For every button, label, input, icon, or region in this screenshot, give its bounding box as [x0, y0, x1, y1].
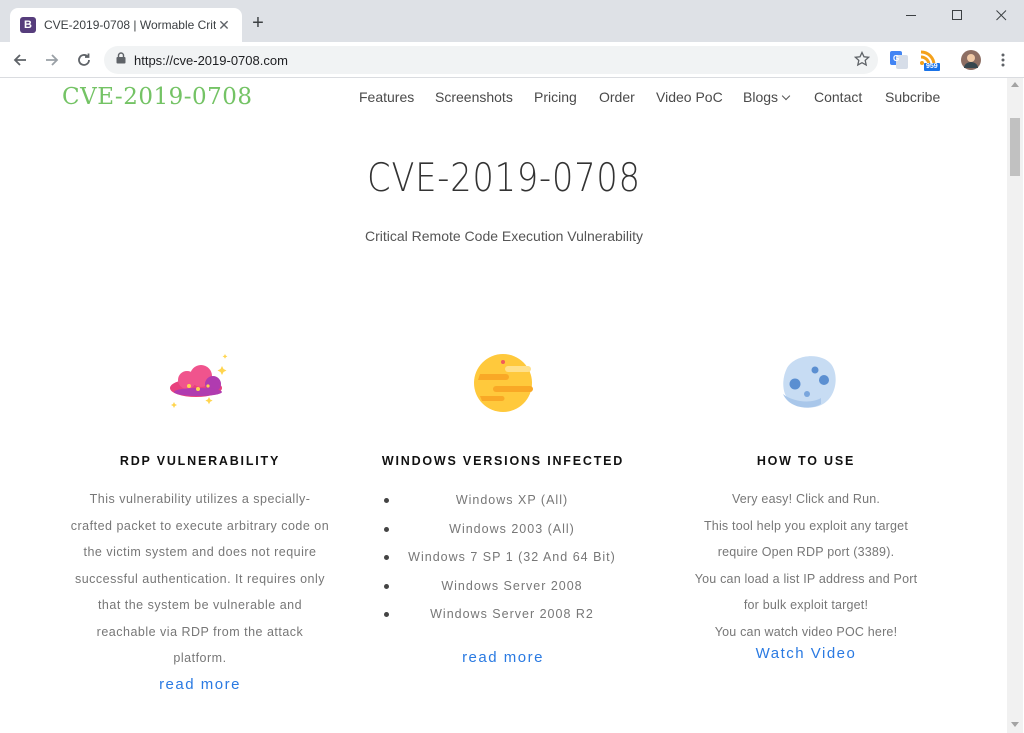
- watch-video-link[interactable]: Watch Video: [756, 645, 857, 662]
- asteroid-icon: [771, 346, 841, 416]
- site-logo[interactable]: CVE-2019-0708: [62, 84, 253, 110]
- nav-pricing[interactable]: Pricing: [534, 89, 577, 105]
- scroll-up-arrow-icon[interactable]: [1011, 82, 1019, 87]
- tab-title: CVE-2019-0708 | Wormable Critical: [44, 18, 216, 32]
- close-window-icon[interactable]: [978, 0, 1024, 30]
- howto-line: for bulk exploit target!: [743, 598, 869, 612]
- lock-icon: [116, 51, 126, 69]
- feature-rdp-text: This vulnerability utilizes a specially-…: [70, 492, 330, 665]
- bookmark-star-icon[interactable]: [853, 50, 871, 72]
- nav-features[interactable]: Features: [359, 89, 414, 105]
- feature-windows-title: WINDOWS VERSIONS INFECTED: [381, 454, 625, 468]
- howto-line: require Open RDP port (3389).: [717, 545, 895, 559]
- list-item: Windows Server 2008: [384, 572, 622, 601]
- new-tab-plus-icon[interactable]: +: [248, 13, 268, 33]
- scrollbar-thumb[interactable]: [1010, 118, 1020, 176]
- howto-line: You can watch video POC here!: [714, 624, 898, 639]
- list-item: Windows 2003 (All): [384, 515, 622, 544]
- bootstrap-favicon-icon: B: [20, 17, 36, 33]
- nav-blogs[interactable]: Blogs: [743, 89, 791, 105]
- feature-windows-versions: WINDOWS VERSIONS INFECTED Windows XP (Al…: [358, 346, 648, 667]
- list-item: Windows XP (All): [384, 486, 622, 515]
- feature-howto-title: HOW TO USE: [756, 454, 856, 468]
- address-bar[interactable]: https://cve-2019-0708.com: [104, 46, 878, 74]
- feature-how-to-use: HOW TO USE Very easy! Click and Run. Thi…: [661, 346, 951, 663]
- feature-rdp-vulnerability: RDP VULNERABILITY This vulnerability uti…: [55, 346, 345, 694]
- minimize-window-icon[interactable]: [888, 0, 934, 30]
- forward-arrow-icon[interactable]: [40, 48, 64, 72]
- feature-howto-text: Very easy! Click and Run. This tool help…: [661, 486, 951, 645]
- howto-line: You can load a list IP address and Port: [694, 571, 918, 586]
- windows-versions-list: Windows XP (All) Windows 2003 (All) Wind…: [358, 486, 648, 629]
- scroll-down-arrow-icon[interactable]: [1011, 722, 1019, 727]
- url-text: https://cve-2019-0708.com: [134, 52, 288, 68]
- google-translate-extension-icon[interactable]: G: [888, 49, 910, 71]
- list-item: Windows Server 2008 R2: [384, 600, 622, 629]
- planet-icon: [468, 346, 538, 416]
- rdp-read-more-link[interactable]: read more: [159, 676, 241, 693]
- browser-menu-dots-icon[interactable]: [992, 49, 1014, 71]
- browser-titlebar: B CVE-2019-0708 | Wormable Critical ✕ +: [0, 0, 1024, 42]
- reload-icon[interactable]: [72, 48, 96, 72]
- nav-screenshots[interactable]: Screenshots: [435, 89, 513, 105]
- hero-subtitle: Critical Remote Code Execution Vulnerabi…: [364, 228, 644, 244]
- svg-text:G: G: [893, 54, 899, 63]
- close-tab-icon[interactable]: ✕: [216, 17, 232, 34]
- page-viewport: CVE-2019-0708 Features Screenshots Prici…: [1, 78, 1007, 732]
- page-scrollbar[interactable]: [1007, 78, 1023, 733]
- nav-blogs-label: Blogs: [743, 89, 779, 105]
- nav-order[interactable]: Order: [599, 89, 635, 105]
- hero-title: CVE-2019-0708: [367, 156, 641, 201]
- chevron-down-icon: [781, 91, 791, 101]
- rss-extension-icon[interactable]: 959: [918, 49, 940, 71]
- nav-video-poc[interactable]: Video PoC: [656, 89, 723, 105]
- maximize-window-icon[interactable]: [934, 0, 980, 30]
- browser-tab[interactable]: B CVE-2019-0708 | Wormable Critical ✕: [10, 8, 242, 42]
- browser-toolbar: https://cve-2019-0708.com G 959: [0, 42, 1024, 78]
- rss-badge-count: 959: [926, 63, 938, 70]
- back-arrow-icon[interactable]: [8, 48, 32, 72]
- list-item: Windows 7 SP 1 (32 And 64 Bit): [384, 543, 622, 572]
- howto-line: This tool help you exploit any target: [703, 518, 909, 533]
- cloud-icon: [165, 346, 235, 416]
- windows-read-more-link[interactable]: read more: [462, 649, 544, 666]
- nav-subscribe[interactable]: Subcribe: [885, 89, 940, 105]
- nav-contact[interactable]: Contact: [814, 89, 862, 105]
- profile-avatar[interactable]: [960, 49, 982, 71]
- howto-line: Very easy! Click and Run.: [731, 492, 881, 506]
- feature-rdp-title: RDP VULNERABILITY: [119, 454, 281, 468]
